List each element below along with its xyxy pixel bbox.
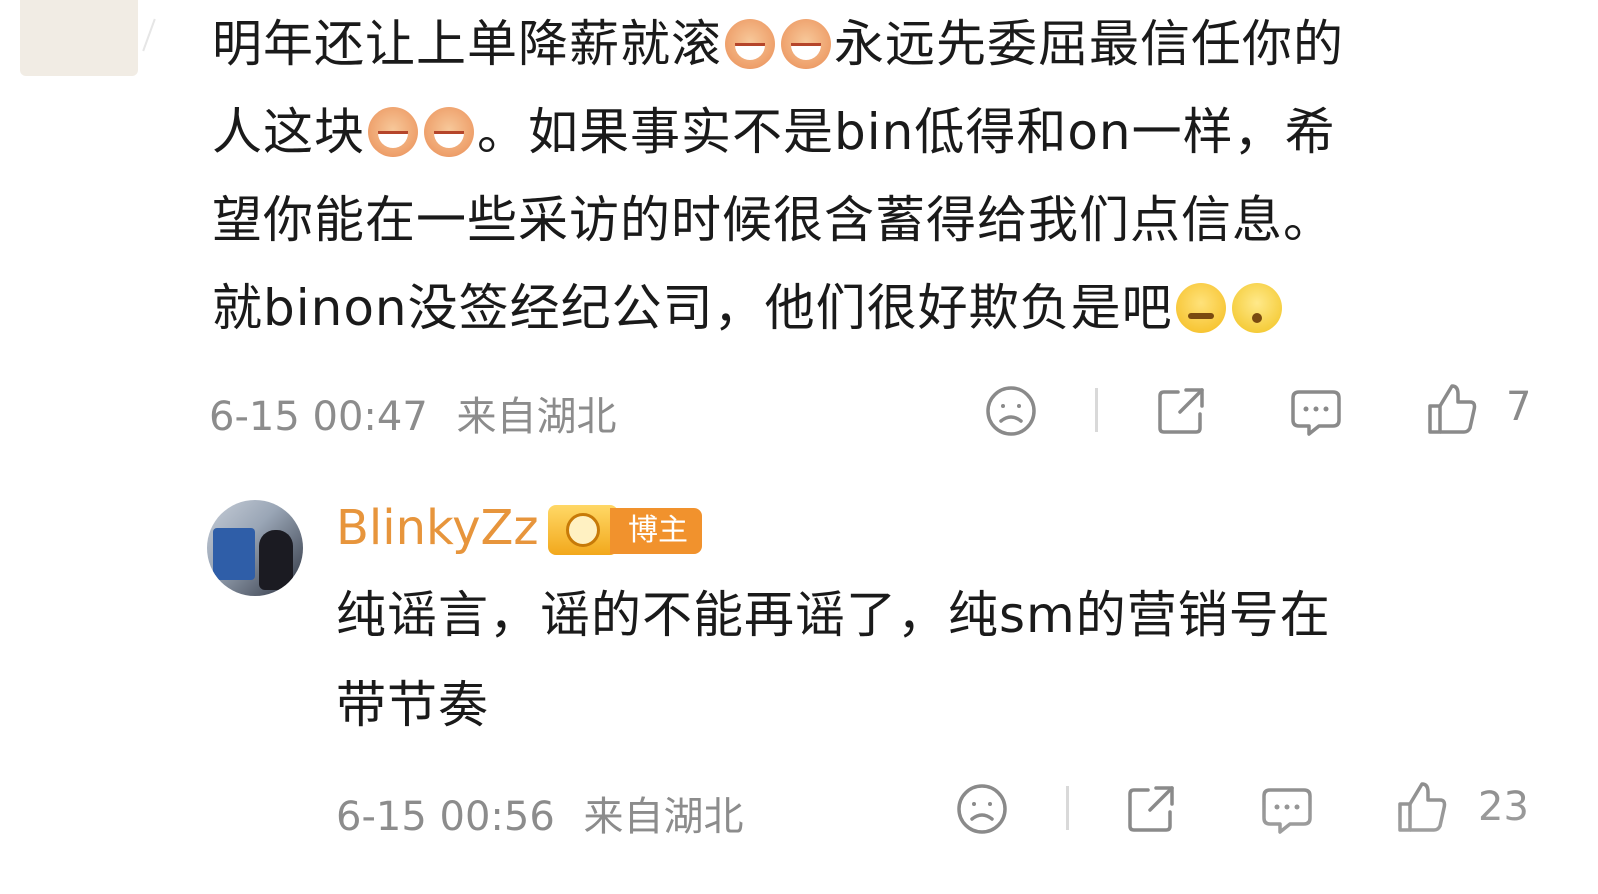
author-badge: 博主 xyxy=(610,508,702,554)
reply-location: 来自湖北 xyxy=(583,794,744,840)
share-icon[interactable] xyxy=(1154,384,1208,438)
comment-line: 明年还让上单降薪就滚 永远先委屈最信任你的 xyxy=(212,15,1344,73)
reply-body: 纯谣言，谣的不能再谣了，纯sm的营销号在 带节奏 xyxy=(336,570,1556,750)
comment-body: 明年还让上单降薪就滚 永远先委屈最信任你的 人这块 。如果事实不是bin低得和on一… xyxy=(212,0,1552,352)
laugh-emoji-icon xyxy=(368,107,418,157)
comment-line: 就binon没签经纪公司，他们很好欺负是吧 xyxy=(212,264,1552,352)
share-icon[interactable] xyxy=(1124,782,1178,836)
laugh-emoji-icon xyxy=(725,19,775,69)
crown-badge-icon xyxy=(548,505,618,555)
divider xyxy=(1066,786,1069,830)
comment-time: 6-15 00:47 xyxy=(209,394,428,440)
reply-line: 带节奏 xyxy=(336,676,489,734)
avatar[interactable] xyxy=(207,500,303,596)
laugh-emoji-icon xyxy=(781,19,831,69)
bottom-fade xyxy=(1210,770,1598,894)
dislike-icon[interactable] xyxy=(955,782,1009,836)
comment-icon[interactable] xyxy=(1289,384,1343,438)
dislike-icon[interactable] xyxy=(984,384,1038,438)
reply-meta: 6-15 00:56 来自湖北 xyxy=(336,784,744,842)
laugh-emoji-icon xyxy=(424,107,474,157)
comment-meta: 6-15 00:47 来自湖北 xyxy=(209,384,617,442)
reply-time: 6-15 00:56 xyxy=(336,794,555,840)
thinking-emoji-icon xyxy=(1231,283,1282,333)
avatar-image-part xyxy=(259,530,293,590)
username[interactable]: BlinkyZz xyxy=(336,500,539,556)
avatar-image-part xyxy=(213,528,255,580)
reply-line: 纯谣言，谣的不能再谣了，纯sm的营销号在 xyxy=(336,586,1331,644)
comment-line: 人这块 。如果事实不是bin低得和on一样，希 xyxy=(212,103,1336,161)
avatar[interactable] xyxy=(20,0,138,76)
smirk-emoji-icon xyxy=(1175,283,1226,333)
like-count: 7 xyxy=(1506,384,1532,430)
divider xyxy=(142,18,156,52)
comment-line: 望你能在一些采访的时候很含蓄得给我们点信息。 xyxy=(212,191,1334,249)
divider xyxy=(1095,388,1098,432)
comment-location: 来自湖北 xyxy=(456,394,617,440)
like-icon[interactable] xyxy=(1424,382,1478,436)
